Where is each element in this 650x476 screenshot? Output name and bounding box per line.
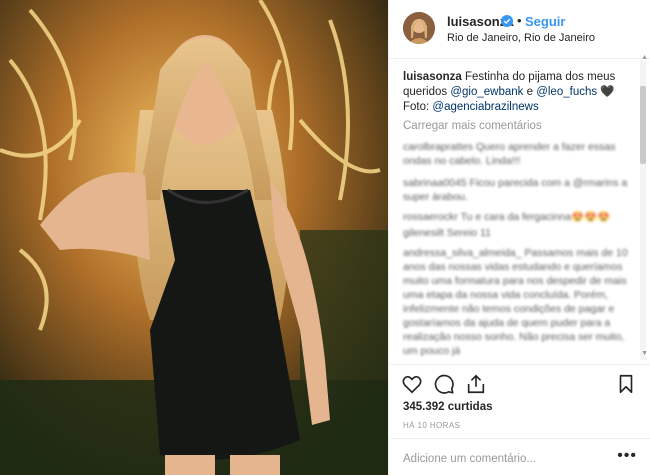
post-header: luisasonza • Seguir Rio de Janeiro, Rio … [389,0,650,59]
photo-illustration [0,0,388,475]
comment-item: sabrinaa0045 Ficou parecida com a @rmari… [403,177,628,203]
share-icon[interactable] [465,373,487,395]
comment-bubble-icon[interactable] [433,373,455,395]
comment-item: rossaerockr Tu e cara da fergacinna😍😍😍 [403,211,611,223]
like-heart-icon[interactable] [401,373,423,395]
caption-conjunction: e [526,86,533,98]
photo-credit-label: Foto: [403,101,430,113]
likes-count[interactable]: 345.392 curtidas [403,401,493,413]
post-side-panel: luisasonza • Seguir Rio de Janeiro, Rio … [388,0,650,475]
avatar-image [403,12,435,44]
scroll-up-arrow-icon[interactable]: ▲ [641,54,648,61]
location-link[interactable]: Rio de Janeiro, Rio de Janeiro [447,32,595,44]
comment-item: gilenesilt Sereio 11 [403,227,491,239]
load-more-comments-link[interactable]: Carregar mais comentários [403,120,542,132]
mention-link[interactable]: @leo_fuchs [536,86,597,98]
post-actions: 345.392 curtidas HÁ 10 HORAS [389,364,650,439]
comments-scrollbar-thumb[interactable] [640,86,646,164]
separator-dot: • [517,13,522,28]
heart-emoji: 🖤 [600,86,615,98]
post-photo[interactable] [0,0,388,475]
follow-button[interactable]: Seguir [525,14,565,29]
comment-item: carolbraprattes Quero aprender a fazer e… [403,141,616,167]
post-caption: luisasonza Festinha do pijama dos meus q… [403,70,639,115]
post-timestamp: HÁ 10 HORAS [403,421,461,430]
verified-badge-icon [501,14,513,27]
add-comment-input[interactable]: Adicione um comentário... [403,453,536,465]
scroll-down-arrow-icon[interactable]: ▼ [641,350,648,357]
instagram-post: luisasonza • Seguir Rio de Janeiro, Rio … [0,0,650,475]
mention-link[interactable]: @agenciabrazilnews [432,101,538,113]
add-comment-bar: Adicione um comentário... ••• [389,438,650,476]
comment-item: andressa_silva_almeida_ Passamos mais de… [403,247,628,357]
more-options-icon[interactable]: ••• [617,447,637,465]
bookmark-icon[interactable] [615,373,637,395]
mention-link[interactable]: @gio_ewbank [450,86,523,98]
caption-username[interactable]: luisasonza [403,71,462,83]
avatar[interactable] [403,12,435,44]
comments-section[interactable]: luisasonza Festinha do pijama dos meus q… [389,58,650,364]
